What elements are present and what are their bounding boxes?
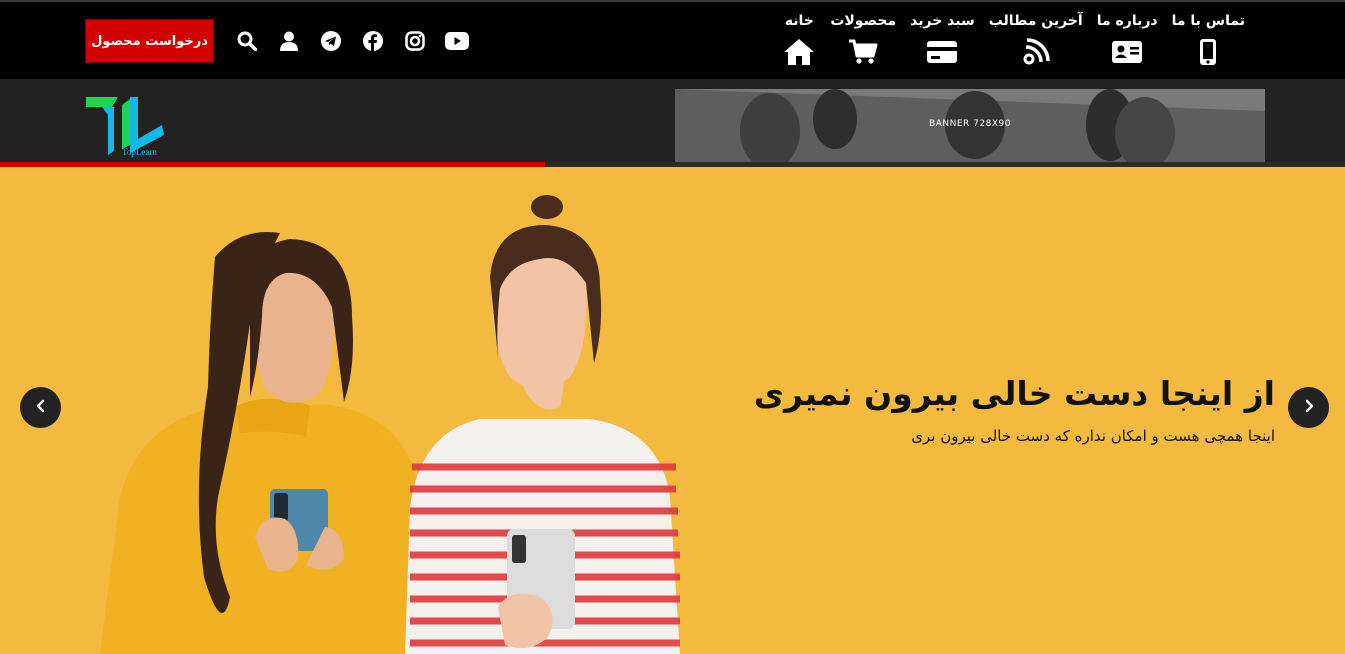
nav-home[interactable]: خانه	[782, 10, 816, 69]
main-nav: خانه محصولات سبد خرید آخرین مطالب درباره…	[782, 10, 1245, 69]
telegram-icon[interactable]	[318, 28, 344, 54]
nav-contact[interactable]: تماس با ما	[1172, 10, 1245, 69]
user-icon[interactable]	[276, 28, 302, 54]
nav-basket[interactable]: سبد خرید	[910, 10, 975, 69]
nav-home-label: خانه	[784, 13, 814, 29]
mobile-icon	[1191, 35, 1225, 69]
chevron-right-icon	[1303, 398, 1315, 417]
nav-products[interactable]: محصولات	[830, 10, 896, 69]
nav-about[interactable]: درباره ما	[1097, 10, 1158, 69]
nav-latest-posts[interactable]: آخرین مطالب	[989, 10, 1083, 69]
home-icon	[782, 35, 816, 69]
slider-next-button[interactable]	[1288, 387, 1329, 428]
feed-icon	[1019, 35, 1053, 69]
hero-subtitle: اینجا همچی هست و امکان نداره که دست خالی…	[911, 427, 1275, 445]
toplearn-logo[interactable]: TopLearn	[84, 95, 166, 157]
cart-icon	[846, 35, 880, 69]
facebook-icon[interactable]	[360, 28, 386, 54]
hero-slider: از اینجا دست خالی بیرون نمیری اینجا همچی…	[0, 167, 1345, 654]
nav-contact-label: تماس با ما	[1171, 13, 1245, 29]
id-card-icon	[1110, 35, 1144, 69]
nav-products-label: محصولات	[830, 13, 897, 29]
nav-basket-label: سبد خرید	[910, 13, 975, 29]
request-product-button[interactable]: درخواست محصول	[85, 19, 214, 63]
nav-about-label: درباره ما	[1096, 13, 1158, 29]
logo-brand-text: TopLearn	[122, 147, 157, 157]
hero-title: از اینجا دست خالی بیرون نمیری	[753, 374, 1275, 413]
search-icon[interactable]	[234, 28, 260, 54]
top-navbar: خانه محصولات سبد خرید آخرین مطالب درباره…	[0, 0, 1345, 79]
youtube-icon[interactable]	[444, 28, 470, 54]
instagram-icon[interactable]	[402, 28, 428, 54]
nav-latest-posts-label: آخرین مطالب	[988, 13, 1083, 29]
header-toolbar: درخواست محصول	[85, 19, 470, 63]
banner-label: BANNER 728X90	[929, 119, 1011, 129]
slider-prev-button[interactable]	[20, 387, 61, 428]
ad-banner[interactable]: BANNER 728X90	[675, 89, 1265, 162]
chevron-left-icon	[35, 398, 47, 417]
credit-card-icon	[925, 35, 959, 69]
